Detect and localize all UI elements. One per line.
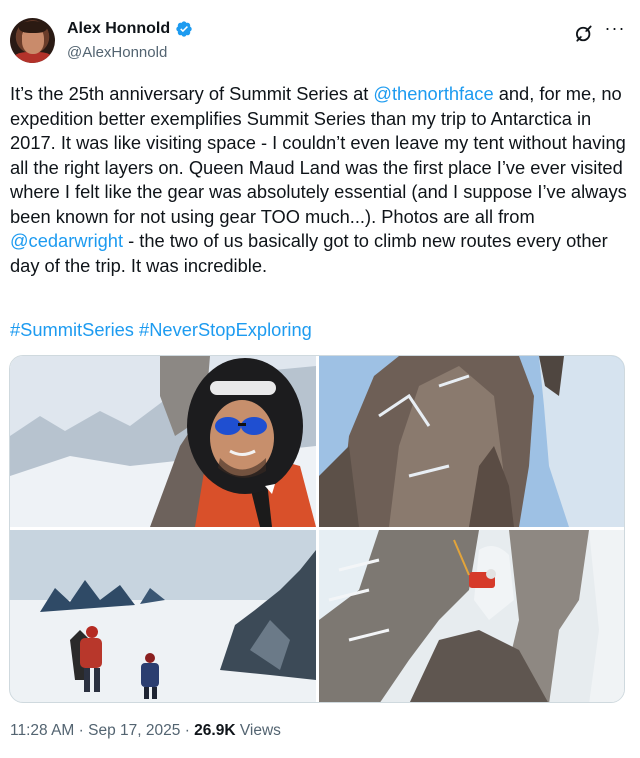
hashtags: #SummitSeries #NeverStopExploring [10, 318, 312, 342]
more-icon[interactable]: ··· [602, 19, 628, 40]
meta-separator: · [78, 722, 84, 739]
tweet-header: Alex Honnold @AlexHonnold ··· [10, 18, 630, 68]
tweet-date[interactable]: Sep 17, 2025 [88, 722, 180, 739]
hashtag-link[interactable]: #SummitSeries [10, 319, 134, 340]
media-grid [9, 355, 625, 703]
tweet-time[interactable]: 11:28 AM [10, 722, 74, 739]
hashtag-link[interactable]: #NeverStopExploring [139, 319, 312, 340]
mention-link[interactable]: @thenorthface [373, 83, 493, 104]
author-handle[interactable]: @AlexHonnold [67, 44, 167, 61]
photo-selfie[interactable] [10, 356, 316, 527]
author-name-row[interactable]: Alex Honnold [67, 20, 193, 38]
views-label: Views [239, 722, 281, 739]
tweet-text-part: and, for me, no expedition better exempl… [10, 83, 627, 227]
mention-link[interactable]: @cedarwright [10, 230, 123, 251]
avatar[interactable] [10, 18, 55, 63]
tweet-text-part: It’s the 25th anniversary of Summit Seri… [10, 83, 374, 104]
verified-badge-icon [176, 21, 192, 37]
grok-icon[interactable] [574, 24, 594, 44]
photo-snowfield-climbers[interactable] [10, 530, 316, 702]
photo-rock-spire[interactable] [319, 356, 624, 527]
photo-rock-arch[interactable] [319, 530, 624, 702]
author-name[interactable]: Alex Honnold [67, 20, 170, 38]
views-count[interactable]: 26.9K [194, 722, 235, 739]
tweet-meta: 11:28 AM · Sep 17, 2025 · 26.9K Views [10, 722, 281, 740]
meta-separator: · [184, 722, 190, 739]
tweet-text: It’s the 25th anniversary of Summit Seri… [10, 82, 630, 278]
tweet-card: Alex Honnold @AlexHonnold ··· It’s the 2… [0, 0, 640, 758]
